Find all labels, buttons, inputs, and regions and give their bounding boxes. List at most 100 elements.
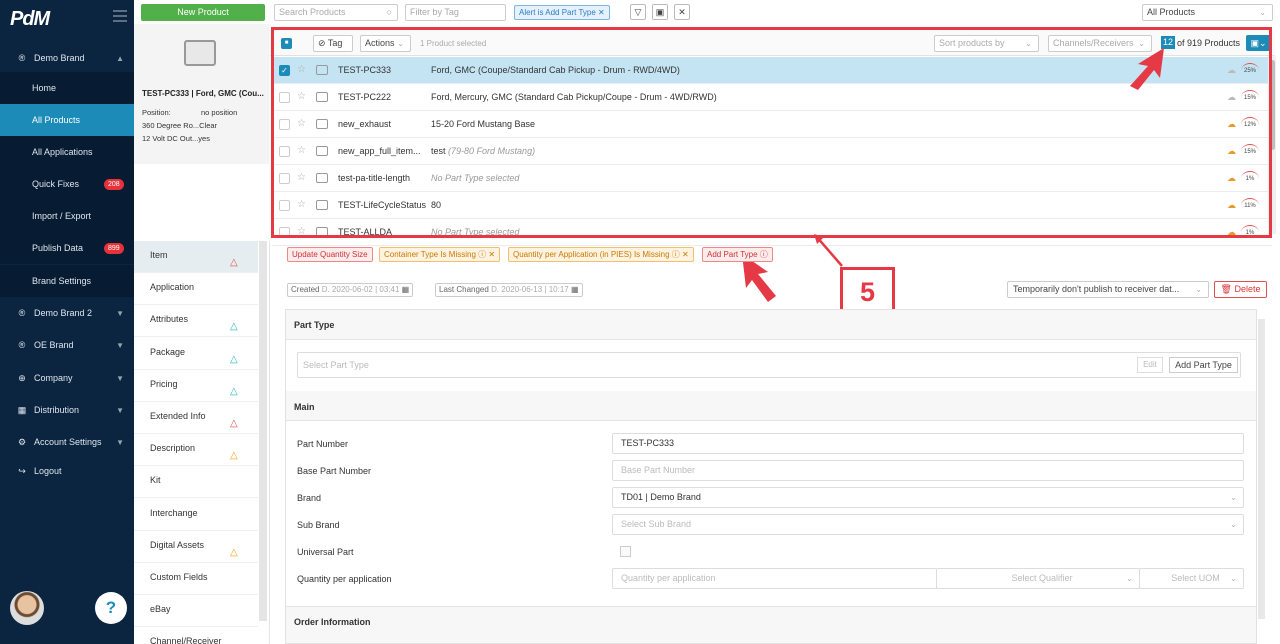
sidebar-item-home[interactable]: Home — [0, 72, 134, 104]
brand-select[interactable]: TD01 | Demo Brand ⌄ — [612, 487, 1244, 508]
chevron-down-icon: ▼ — [116, 437, 124, 447]
sidebar-item-oe-brand[interactable]: ® OE Brand ▼ — [0, 329, 134, 361]
sidebar-item-import-export[interactable]: Import / Export — [0, 200, 134, 232]
tab-ebay[interactable]: eBay — [134, 595, 258, 628]
gear-icon: ⚙ — [17, 436, 27, 447]
part-type-section-header — [286, 310, 1256, 340]
add-part-type-button[interactable]: Add Part Type — [1169, 357, 1238, 373]
sidebar: PdM ® Demo Brand ▲ Home All Products All A… — [0, 0, 134, 644]
edit-part-type-button[interactable]: Edit — [1137, 357, 1163, 373]
order-section-title: Order Information — [294, 617, 371, 627]
preview-row: 360 Degree Ro...Clear — [142, 121, 218, 130]
tab-attributes[interactable]: Attributes △ — [134, 305, 258, 338]
chevron-down-icon: ▼ — [116, 373, 124, 383]
preview-title: TEST-PC333 | Ford, GMC (Cou... — [142, 89, 264, 98]
quantity-per-application-input[interactable]: Quantity per application — [612, 568, 937, 589]
chevron-down-icon: ⌄ — [1230, 493, 1237, 502]
tab-description[interactable]: Description △ — [134, 434, 258, 467]
tab-interchange[interactable]: Interchange — [134, 499, 258, 531]
chevron-down-icon: ▼ — [116, 340, 124, 350]
pointer-line-icon — [814, 234, 843, 267]
tab-kit[interactable]: Kit — [134, 466, 258, 499]
base-part-number-label: Base Part Number — [297, 466, 372, 476]
publish-data-badge: 899 — [104, 242, 124, 254]
publish-status-select[interactable]: Temporarily don't publish to receiver da… — [1007, 281, 1209, 298]
brand-icon: ® — [18, 53, 26, 63]
tab-extended-info[interactable]: Extended Info △ — [134, 402, 258, 434]
calendar-icon: ▦ — [401, 285, 410, 294]
globe-icon: ⊕ — [18, 372, 26, 383]
tab-pricing[interactable]: Pricing △ — [134, 370, 258, 402]
sidebar-item-brand-settings[interactable]: Brand Settings — [0, 265, 134, 297]
alert-add-part-type[interactable]: Add Part Type ⓘ — [702, 247, 773, 262]
quick-fixes-badge: 208 — [104, 178, 124, 190]
alert-filter-chip[interactable]: Alert is Add Part Type ✕ — [514, 5, 610, 20]
grid-icon: ▦ — [17, 404, 27, 415]
highlight-outline — [271, 27, 1272, 238]
part-number-input[interactable]: TEST-PC333 — [612, 433, 1244, 454]
chevron-up-icon: ▲ — [116, 53, 124, 63]
sidebar-item-quick-fixes[interactable]: Quick Fixes 208 — [0, 168, 134, 200]
chevron-down-icon: ⌄ — [1230, 520, 1237, 529]
qualifier-select[interactable]: Select Qualifier ⌄ — [936, 568, 1140, 589]
part-type-section-title: Part Type — [294, 320, 335, 330]
tag-filter-input[interactable]: Filter by Tag — [405, 4, 506, 21]
brand-icon: ® — [18, 308, 26, 318]
sidebar-item-all-products[interactable]: All Products — [0, 104, 134, 136]
universal-part-checkbox[interactable] — [620, 546, 631, 557]
part-number-label: Part Number — [297, 439, 349, 449]
tab-custom-fields[interactable]: Custom Fields — [134, 563, 258, 595]
alert-update-quantity-size[interactable]: Update Quantity Size — [287, 247, 373, 262]
tab-channel-receiver[interactable]: Channel/Receiver — [134, 627, 258, 644]
tab-package[interactable]: Package △ — [134, 338, 258, 370]
calendar-icon: ▦ — [570, 285, 579, 294]
help-button[interactable]: ? — [95, 592, 127, 624]
delete-button[interactable]: 🗑 Delete — [1214, 281, 1267, 298]
new-product-button[interactable]: New Product — [141, 4, 265, 21]
alert-container-type-missing[interactable]: Container Type Is Missing ⓘ ✕ — [379, 247, 501, 262]
product-scope-select[interactable]: All Products ⌄ — [1142, 4, 1273, 21]
form-scrollbar[interactable] — [1258, 319, 1265, 619]
chevron-down-icon: ▼ — [116, 405, 124, 415]
tab-digital-assets[interactable]: Digital Assets △ — [134, 531, 258, 563]
avatar[interactable] — [10, 591, 44, 625]
app-logo[interactable]: PdM — [10, 8, 50, 31]
tabs-scrollbar[interactable] — [259, 241, 267, 621]
sub-brand-select[interactable]: Select Sub Brand ⌄ — [612, 514, 1244, 535]
pointer-arrow-icon — [1130, 48, 1164, 90]
sidebar-item-publish-data[interactable]: Publish Data 899 — [0, 232, 134, 264]
menu-toggle-icon[interactable] — [113, 10, 127, 22]
logout-icon: ↪ — [18, 465, 26, 476]
tab-application[interactable]: Application — [134, 273, 258, 306]
image-placeholder-icon — [184, 40, 216, 66]
preview-row: 12 Volt DC Out...yes — [142, 134, 210, 143]
brand-label: Brand — [297, 493, 322, 503]
chevron-down-icon: ▼ — [116, 308, 124, 318]
order-section-header — [286, 606, 1256, 644]
sidebar-item-demo-brand-2[interactable]: ® Demo Brand 2 ▼ — [0, 297, 134, 329]
save-filter-icon[interactable]: ▣ — [652, 4, 668, 20]
filter-icon[interactable]: ▽ — [630, 4, 646, 20]
sidebar-item-account-settings[interactable]: ⚙ Account Settings ▼ — [0, 426, 134, 458]
sidebar-item-logout[interactable]: ↪ Logout — [0, 455, 134, 487]
sidebar-item-demo-brand[interactable]: ® Demo Brand ▲ — [0, 42, 134, 74]
clear-filter-icon[interactable]: ✕ — [674, 4, 690, 20]
tab-item[interactable]: Item △ — [134, 241, 258, 273]
quantity-per-application-label: Quantity per application — [297, 574, 392, 584]
sidebar-item-company[interactable]: ⊕ Company ▼ — [0, 362, 134, 394]
chevron-down-icon: ⌄ — [1126, 574, 1133, 583]
universal-part-label: Universal Part — [297, 547, 354, 557]
base-part-number-input[interactable]: Base Part Number — [612, 460, 1244, 481]
brand-icon: ® — [18, 340, 26, 350]
sub-brand-label: Sub Brand — [297, 520, 340, 530]
sidebar-item-all-applications[interactable]: All Applications — [0, 136, 134, 168]
part-type-field[interactable]: Select Part Type — [297, 352, 1241, 378]
sidebar-item-distribution[interactable]: ▦ Distribution ▼ — [0, 394, 134, 426]
chevron-down-icon: ⌄ — [1230, 574, 1237, 583]
search-input[interactable]: Search Products ○ — [274, 4, 398, 21]
main-section-header — [286, 391, 1256, 421]
preview-row: Position: no position — [142, 108, 238, 117]
uom-select[interactable]: Select UOM ⌄ — [1139, 568, 1244, 589]
last-changed-date: Last Changed D. 2020-06-13 | 10:17 ▦ — [435, 283, 583, 297]
alert-quantity-per-application-missing[interactable]: Quantity per Application (in PIES) Is Mi… — [508, 247, 694, 262]
